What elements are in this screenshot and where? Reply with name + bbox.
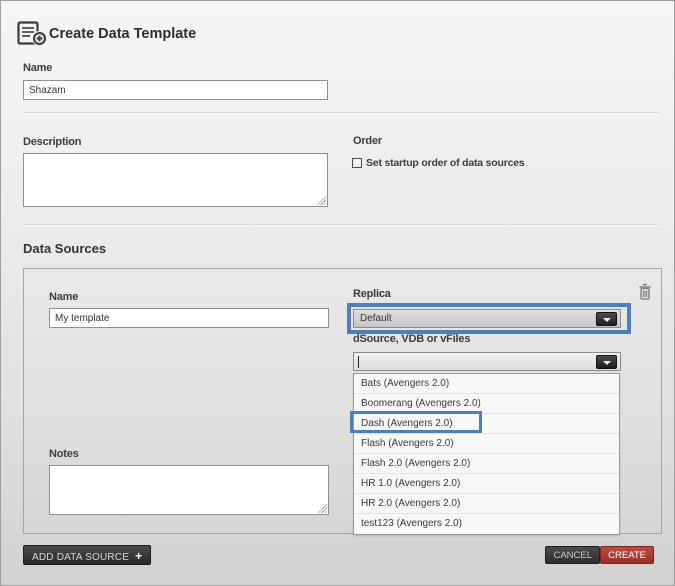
replica-dropdown[interactable]: Default [353,309,621,328]
order-label: Order [353,135,382,147]
trash-icon[interactable] [638,283,652,300]
data-source-card: Name Notes Replica Default dSource, VDB … [23,268,662,534]
dsource-label: dSource, VDB or vFiles [353,333,470,345]
data-sources-heading: Data Sources [23,241,106,256]
create-label: CREATE [608,550,646,561]
add-data-source-button[interactable]: ADD DATA SOURCE + [23,545,151,565]
create-button[interactable]: CREATE [600,546,654,564]
notes-label: Notes [49,448,79,460]
cancel-label: CANCEL [553,550,592,561]
cancel-button[interactable]: CANCEL [545,546,600,564]
name-label: Name [23,62,52,74]
divider [23,224,659,226]
dsource-option[interactable]: Flash 2.0 (Avengers 2.0) [354,454,619,474]
chevron-down-icon[interactable] [596,355,617,369]
plus-icon: + [135,549,142,563]
document-plus-icon [17,21,47,47]
resize-handle-icon[interactable] [317,196,326,205]
name-input[interactable] [23,80,328,100]
startup-order-checkbox-label: Set startup order of data sources [366,157,525,169]
page-title: Create Data Template [49,26,196,42]
dsource-option-list: Bats (Avengers 2.0) Boomerang (Avengers … [353,373,620,535]
replica-label: Replica [353,288,391,300]
description-textarea[interactable] [23,153,328,207]
startup-order-checkbox[interactable] [352,158,362,168]
notes-textarea[interactable] [49,465,329,515]
dsource-option[interactable]: Bats (Avengers 2.0) [354,374,619,394]
dsource-option[interactable]: Dash (Avengers 2.0) [354,414,619,434]
dsource-option[interactable]: Boomerang (Avengers 2.0) [354,394,619,414]
source-name-input[interactable] [49,308,329,328]
divider [23,112,659,114]
dsource-option[interactable]: HR 1.0 (Avengers 2.0) [354,474,619,494]
chevron-down-icon[interactable] [596,312,617,326]
replica-selected-value: Default [360,313,392,324]
resize-handle-icon[interactable] [318,504,327,513]
dsource-combobox[interactable] [353,352,621,371]
description-label: Description [23,136,81,148]
create-data-template-dialog: Create Data Template Name Description Or… [0,0,675,586]
add-data-source-label: ADD DATA SOURCE [32,552,129,563]
dsource-option[interactable]: test123 (Avengers 2.0) [354,514,619,534]
dsource-option[interactable]: HR 2.0 (Avengers 2.0) [354,494,619,514]
source-name-label: Name [49,291,78,303]
dsource-option[interactable]: Flash (Avengers 2.0) [354,434,619,454]
text-caret [358,356,359,368]
